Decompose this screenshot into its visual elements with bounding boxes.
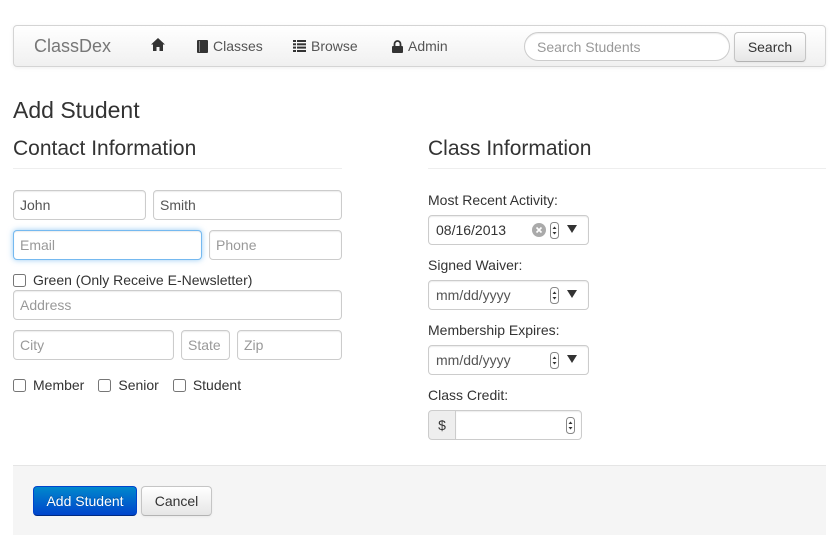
book-icon — [197, 39, 208, 53]
brand-logo[interactable]: ClassDex — [34, 36, 111, 57]
membership-expires-placeholder: mm/dd/yyyy — [436, 352, 511, 368]
lock-icon — [392, 39, 403, 53]
search-button[interactable]: Search — [734, 32, 806, 62]
clear-icon[interactable] — [532, 223, 546, 237]
senior-label: Senior — [118, 377, 159, 393]
chevron-down-icon[interactable] — [567, 290, 577, 299]
navbar: ClassDex Classes Browse Admin Search — [13, 25, 826, 67]
spinner-icon[interactable] — [550, 352, 559, 369]
last-name-input[interactable] — [153, 190, 342, 220]
state-input[interactable] — [181, 330, 230, 360]
membership-expires-label: Membership Expires: — [428, 322, 560, 338]
nav-classes[interactable]: Classes — [197, 38, 263, 54]
signed-waiver-label: Signed Waiver: — [428, 257, 523, 273]
class-divider — [428, 168, 826, 169]
green-checkbox-row[interactable]: Green (Only Receive E-Newsletter) — [13, 272, 252, 288]
city-input[interactable] — [13, 330, 174, 360]
currency-addon: $ — [428, 410, 456, 440]
cancel-button[interactable]: Cancel — [141, 486, 212, 516]
nav-home[interactable] — [151, 38, 170, 51]
phone-input[interactable] — [209, 230, 342, 260]
senior-checkbox-row[interactable]: Senior — [98, 377, 159, 393]
address-input[interactable] — [13, 290, 342, 320]
nav-browse-label: Browse — [311, 38, 358, 54]
nav-admin[interactable]: Admin — [392, 38, 448, 54]
member-label: Member — [33, 377, 85, 393]
add-student-button[interactable]: Add Student — [33, 486, 137, 516]
search-input[interactable] — [524, 32, 730, 61]
chevron-down-icon[interactable] — [567, 355, 577, 364]
first-name-input[interactable] — [13, 190, 146, 220]
email-input[interactable] — [13, 230, 202, 260]
recent-activity-date-input[interactable]: 08/16/2013 — [428, 215, 589, 245]
form-actions: Add Student Cancel — [13, 465, 826, 535]
spinner-icon[interactable] — [550, 287, 559, 304]
page-title: Add Student — [13, 97, 140, 123]
green-checkbox-label: Green (Only Receive E-Newsletter) — [33, 272, 253, 288]
nav-classes-label: Classes — [213, 38, 263, 54]
recent-activity-value: 08/16/2013 — [436, 222, 507, 238]
class-credit-label: Class Credit: — [428, 387, 509, 403]
membership-expires-date-input[interactable]: mm/dd/yyyy — [428, 345, 589, 375]
class-credit-input[interactable] — [455, 410, 582, 440]
green-checkbox[interactable] — [13, 273, 26, 287]
class-section-title: Class Information — [428, 137, 592, 160]
spinner-icon[interactable] — [566, 417, 575, 434]
contact-section-title: Contact Information — [13, 137, 197, 160]
signed-waiver-date-input[interactable]: mm/dd/yyyy — [428, 280, 589, 310]
chevron-down-icon[interactable] — [567, 225, 577, 234]
home-icon — [151, 38, 165, 51]
senior-checkbox[interactable] — [98, 378, 112, 392]
spinner-icon[interactable] — [550, 222, 559, 239]
student-type-group: Member Senior Student — [13, 377, 255, 393]
contact-divider — [13, 168, 342, 169]
list-icon — [293, 40, 306, 52]
student-checkbox-row[interactable]: Student — [172, 377, 242, 393]
member-checkbox[interactable] — [13, 378, 26, 392]
signed-waiver-placeholder: mm/dd/yyyy — [436, 287, 511, 303]
recent-activity-label: Most Recent Activity: — [428, 192, 558, 208]
nav-admin-label: Admin — [408, 38, 448, 54]
member-checkbox-row[interactable]: Member — [13, 377, 84, 393]
zip-input[interactable] — [237, 330, 342, 360]
nav-browse[interactable]: Browse — [293, 38, 358, 54]
student-checkbox[interactable] — [172, 378, 186, 392]
student-label: Student — [192, 377, 242, 393]
